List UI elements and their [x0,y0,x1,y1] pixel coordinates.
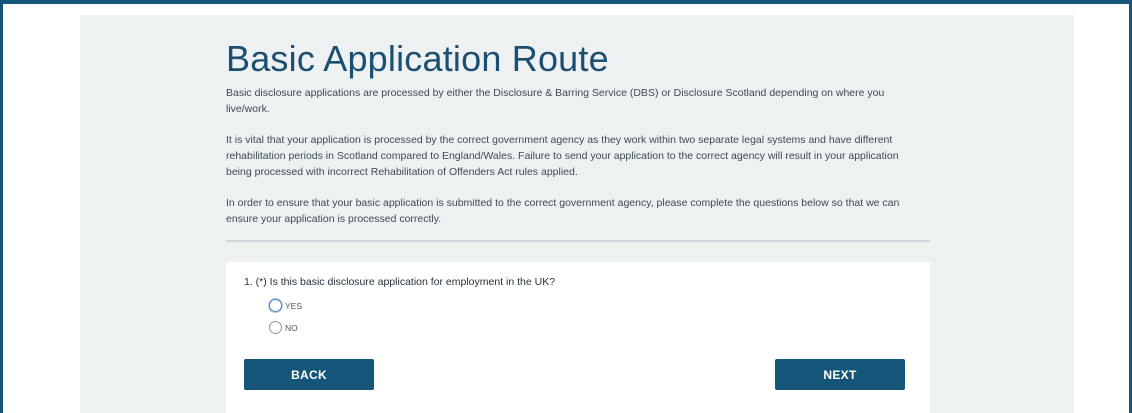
section-divider [226,240,930,242]
next-button[interactable]: NEXT [775,359,905,390]
option-yes[interactable]: YES [269,299,302,312]
back-button[interactable]: BACK [244,359,374,390]
question-card: 1. (*) Is this basic disclosure applicat… [226,262,930,413]
no-radio[interactable] [269,321,282,334]
yes-radio[interactable] [269,299,282,312]
question-label: 1. (*) Is this basic disclosure applicat… [244,276,556,288]
instruction-paragraph: In order to ensure that your basic appli… [226,197,900,225]
warning-paragraph: It is vital that your application is pro… [226,134,899,178]
intro-paragraph: Basic disclosure applications are proces… [226,87,885,115]
no-label: NO [285,322,298,333]
yes-label: YES [285,300,303,311]
page-title: Basic Application Route [226,38,609,79]
option-no[interactable]: NO [269,321,298,334]
